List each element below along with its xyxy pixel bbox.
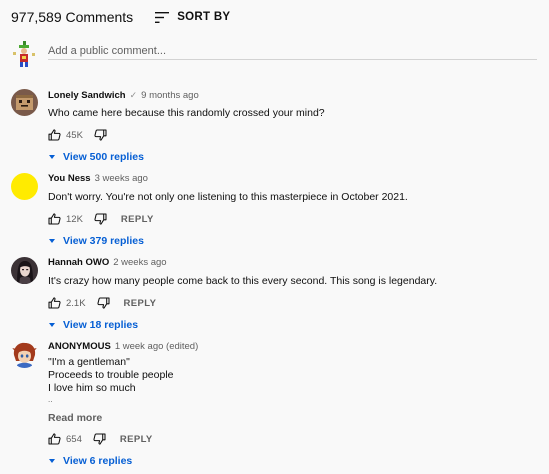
comment-meta: Hannah OWO 2 weeks ago: [48, 257, 537, 269]
like-count: 45K: [66, 129, 83, 141]
comment-actions: 45K: [48, 128, 537, 142]
view-replies-button[interactable]: View 18 replies: [48, 318, 537, 332]
comment-time[interactable]: 2 weeks ago: [113, 257, 166, 268]
comment-body: Hannah OWO 2 weeks ago It's crazy how man…: [48, 257, 537, 332]
like-count: 2.1K: [66, 297, 86, 309]
thumbs-down-icon[interactable]: [93, 433, 106, 445]
thumbs-down-icon[interactable]: [94, 213, 107, 225]
comment-time[interactable]: 3 weeks ago: [95, 173, 148, 184]
thumbs-up-icon[interactable]: [48, 213, 61, 225]
sort-by-button[interactable]: SORT BY: [155, 11, 230, 23]
comment-line: Proceeds to trouble people: [48, 369, 174, 381]
comment-actions: 12K REPLY: [48, 212, 537, 226]
view-replies-button[interactable]: View 379 replies: [48, 234, 537, 248]
comment-actions: 654 REPLY: [48, 432, 537, 446]
like-count: 654: [66, 433, 82, 445]
avatar[interactable]: [11, 89, 38, 116]
caret-down-icon: [49, 239, 55, 243]
sort-icon: [155, 11, 170, 23]
avatar[interactable]: [11, 173, 38, 200]
sort-by-label: SORT BY: [177, 11, 231, 23]
thumbs-up-icon[interactable]: [48, 297, 61, 309]
add-comment-row: Add a public comment...: [11, 40, 537, 68]
comment-body: Lonely Sandwich ✓ 9 months ago Who came he…: [48, 89, 537, 164]
comment-meta: ANONYMOUS 1 week ago (edited): [48, 341, 537, 353]
reply-button[interactable]: REPLY: [124, 298, 157, 309]
reply-button[interactable]: REPLY: [120, 434, 153, 445]
comment-body: ANONYMOUS 1 week ago (edited) "I'm a gent…: [48, 341, 537, 468]
comment-text: Don't worry. You're not only one listeni…: [48, 191, 408, 203]
check-icon: ✓: [129, 90, 138, 100]
thumbs-up-icon[interactable]: [48, 433, 61, 445]
comment-author[interactable]: You Ness: [48, 173, 91, 184]
view-replies-label: View 379 replies: [63, 235, 144, 247]
reply-button[interactable]: REPLY: [121, 214, 154, 225]
comment-input[interactable]: Add a public comment...: [48, 41, 537, 60]
like-count: 12K: [66, 213, 83, 225]
comment-text: Who came here because this randomly cros…: [48, 107, 325, 119]
user-avatar: [11, 40, 37, 68]
comment-time[interactable]: 9 months ago: [141, 90, 199, 101]
read-more-button[interactable]: Read more: [48, 412, 537, 425]
comment-line: "I'm a gentleman": [48, 356, 130, 368]
comment-meta: You Ness 3 weeks ago: [48, 173, 537, 185]
comment-text: "I'm a gentleman" Proceeds to trouble pe…: [48, 356, 537, 405]
comment-count: 977,589 Comments: [11, 9, 134, 25]
view-replies-label: View 500 replies: [63, 151, 144, 163]
comment-line: I love him so much: [48, 382, 136, 394]
comment-body: You Ness 3 weeks ago Don't worry. You're …: [48, 173, 537, 248]
view-replies-button[interactable]: View 6 replies: [48, 454, 537, 468]
thumbs-up-icon[interactable]: [48, 129, 61, 141]
thumbs-down-icon[interactable]: [94, 129, 107, 141]
comment-time[interactable]: 1 week ago (edited): [115, 341, 198, 352]
avatar[interactable]: [11, 341, 38, 368]
view-replies-label: View 18 replies: [63, 319, 139, 331]
thumbs-down-icon[interactable]: [96, 297, 110, 309]
caret-down-icon: [49, 323, 55, 327]
comment-author[interactable]: ANONYMOUS: [48, 341, 111, 352]
comments-header: 977,589 Comments SORT BY: [11, 9, 230, 25]
comment-line: ..: [48, 395, 53, 404]
comment-text: It's crazy how many people come back to …: [48, 275, 438, 287]
comment-author[interactable]: Lonely Sandwich: [48, 90, 126, 101]
caret-down-icon: [49, 459, 55, 463]
comment-meta: Lonely Sandwich ✓ 9 months ago: [48, 89, 537, 101]
avatar[interactable]: [11, 257, 38, 284]
comment-author[interactable]: Hannah OWO: [48, 257, 109, 268]
view-replies-button[interactable]: View 500 replies: [48, 150, 537, 164]
comment-actions: 2.1K REPLY: [48, 296, 537, 310]
caret-down-icon: [49, 155, 55, 159]
comment-input-placeholder: Add a public comment...: [48, 45, 167, 57]
view-replies-label: View 6 replies: [63, 455, 133, 467]
